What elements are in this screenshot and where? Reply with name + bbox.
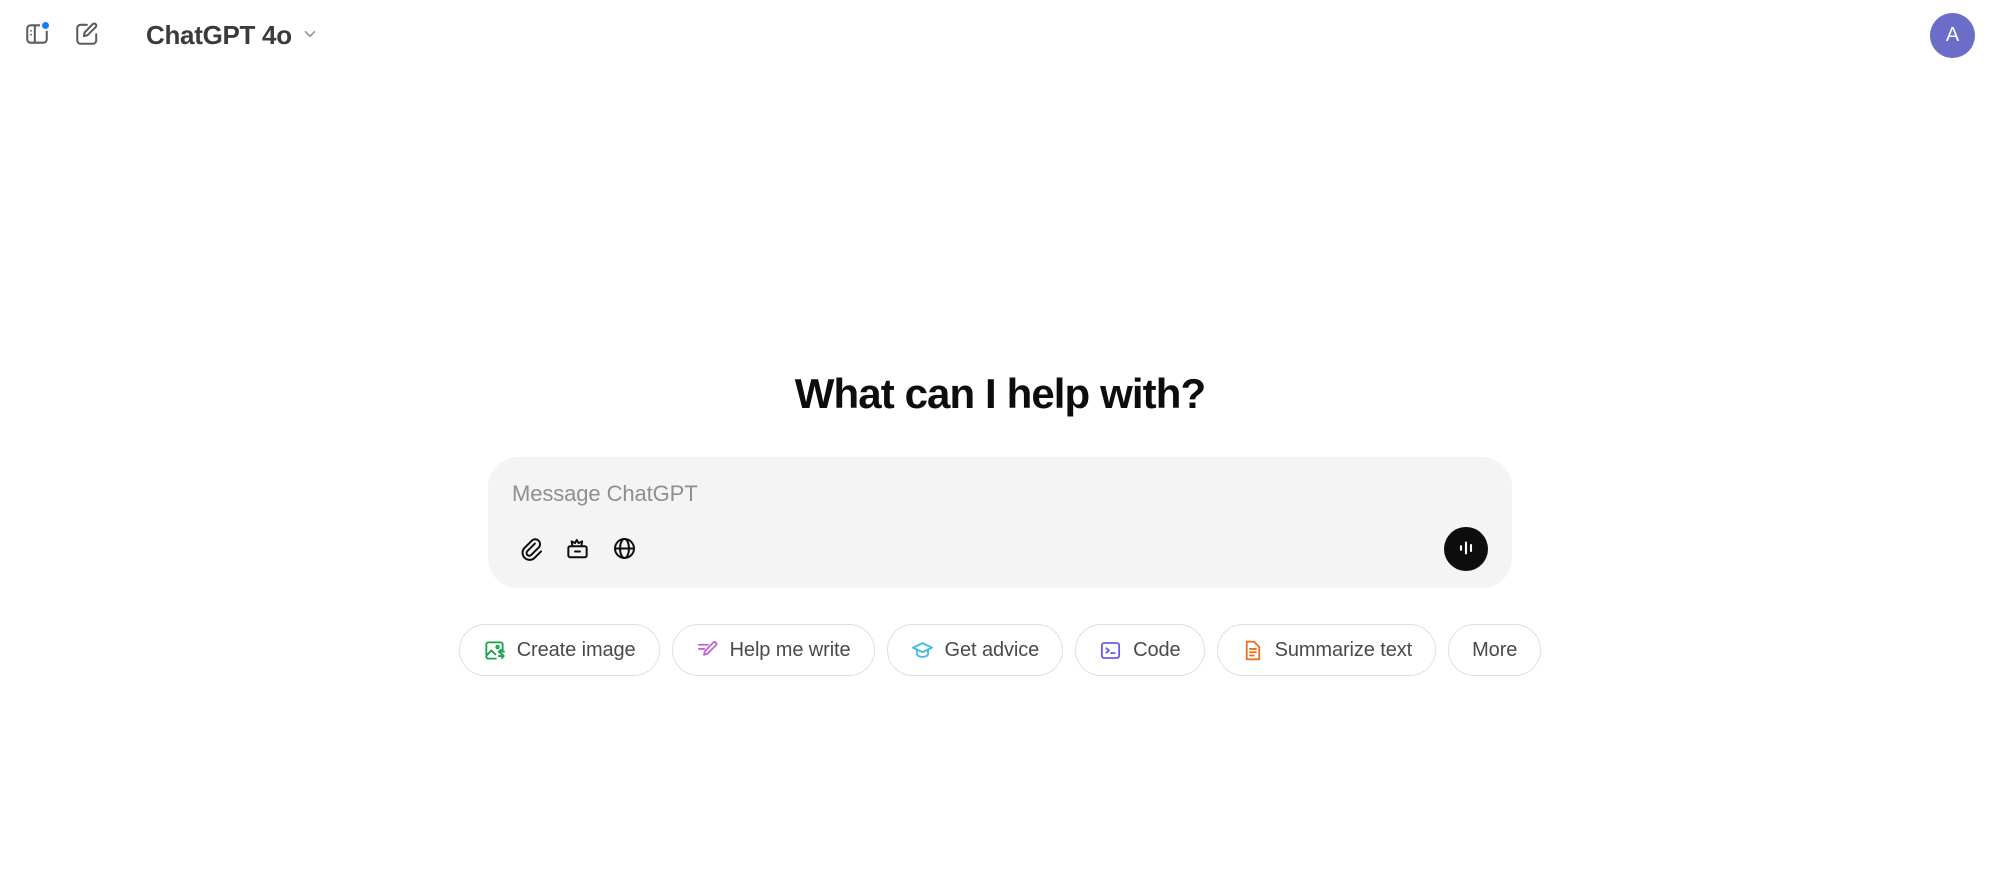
attach-file-button[interactable] bbox=[509, 529, 551, 571]
chip-label: Get advice bbox=[944, 638, 1040, 661]
top-bar-right-group: A bbox=[1930, 12, 1975, 58]
main-content: What can I help with? Message ChatGPT Cr… bbox=[0, 70, 2000, 881]
document-lines-icon bbox=[1241, 639, 1264, 662]
image-icon bbox=[483, 639, 506, 662]
avatar[interactable]: A bbox=[1930, 12, 1975, 58]
chip-label: Summarize text bbox=[1274, 638, 1413, 661]
graduation-cap-icon bbox=[911, 639, 934, 662]
globe-icon bbox=[612, 536, 637, 564]
model-name-label: ChatGPT 4o bbox=[146, 19, 292, 50]
terminal-icon bbox=[1099, 639, 1122, 662]
chip-label: Create image bbox=[516, 638, 636, 661]
suggestion-chip-row: Create image Help me write Get advice Co… bbox=[458, 624, 1542, 676]
message-composer[interactable]: Message ChatGPT bbox=[488, 457, 1512, 588]
model-selector-button[interactable]: ChatGPT 4o bbox=[136, 13, 331, 58]
chip-create-image[interactable]: Create image bbox=[458, 624, 660, 676]
voice-mode-button[interactable] bbox=[1444, 527, 1488, 571]
paperclip-icon bbox=[518, 536, 543, 564]
chip-label: Help me write bbox=[729, 638, 851, 661]
pencil-lines-icon bbox=[696, 639, 719, 662]
chevron-down-icon bbox=[301, 25, 319, 46]
new-chat-button[interactable] bbox=[64, 12, 110, 58]
tools-button[interactable] bbox=[556, 529, 598, 571]
toolbox-icon bbox=[565, 536, 590, 564]
chip-label: More bbox=[1472, 638, 1518, 661]
top-bar-left-group: ChatGPT 4o bbox=[14, 12, 331, 58]
chip-label: Code bbox=[1133, 638, 1181, 661]
waveform-icon bbox=[1454, 536, 1478, 563]
search-web-button[interactable] bbox=[603, 529, 645, 571]
chip-get-advice[interactable]: Get advice bbox=[886, 624, 1064, 676]
top-bar: ChatGPT 4o A bbox=[0, 0, 2000, 70]
sidebar-notification-badge bbox=[40, 20, 51, 31]
chip-summarize-text[interactable]: Summarize text bbox=[1216, 624, 1437, 676]
chip-help-me-write[interactable]: Help me write bbox=[671, 624, 875, 676]
chip-code[interactable]: Code bbox=[1075, 624, 1205, 676]
chip-more[interactable]: More bbox=[1448, 624, 1542, 676]
page-title: What can I help with? bbox=[794, 370, 1206, 417]
message-input-placeholder[interactable]: Message ChatGPT bbox=[512, 481, 1490, 507]
composer-tool-row bbox=[509, 529, 645, 571]
avatar-initial: A bbox=[1945, 23, 1960, 46]
new-chat-pencil-icon bbox=[74, 21, 100, 50]
sidebar-toggle-button[interactable] bbox=[14, 12, 60, 58]
